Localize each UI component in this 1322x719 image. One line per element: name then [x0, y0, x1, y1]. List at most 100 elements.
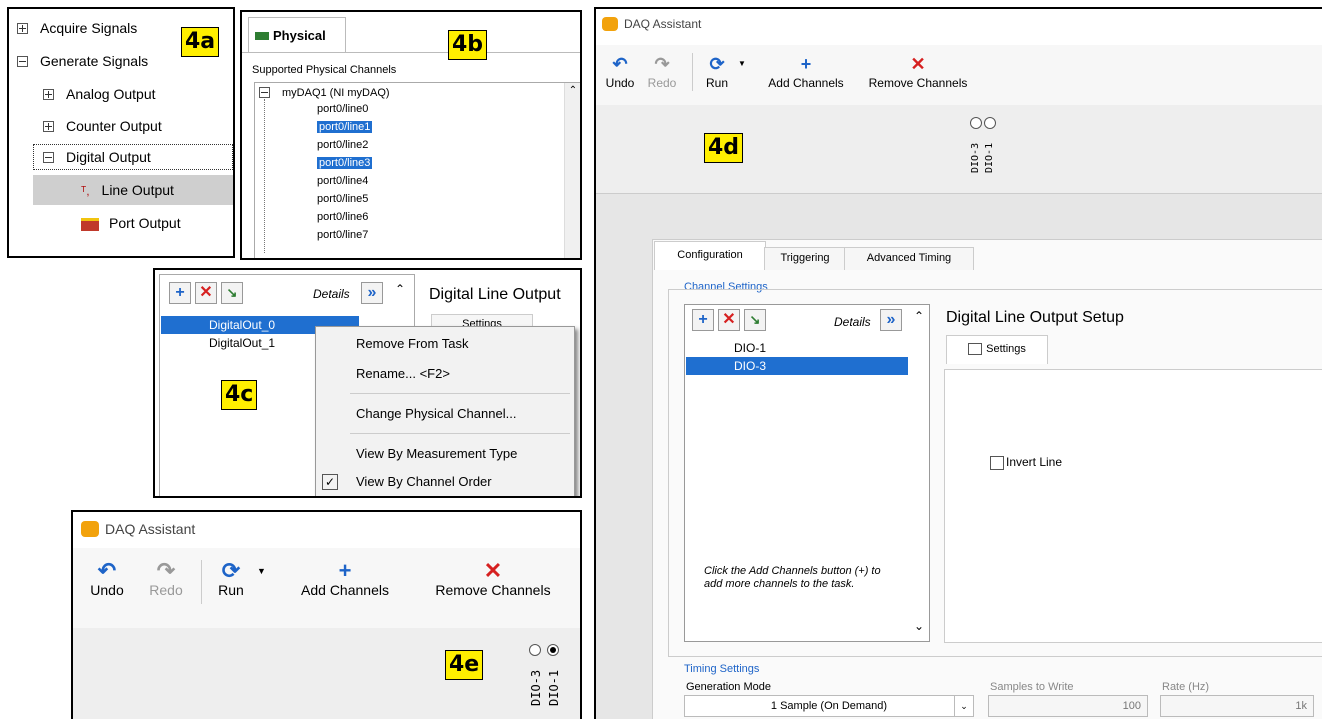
add-channel-button[interactable]: +	[692, 309, 714, 331]
channel-item[interactable]: port0/line2	[317, 137, 368, 153]
tab-label: Physical	[273, 28, 326, 43]
remove-channel-button[interactable]: ✕	[718, 309, 740, 331]
remove-icon: ✕	[483, 558, 503, 583]
menu-item-view-by-measurement-type[interactable]: View By Measurement Type	[316, 441, 574, 467]
run-button[interactable]: ⟳ Run	[700, 53, 734, 91]
panel-tag: 4a	[181, 27, 220, 57]
tab-settings[interactable]: Settings	[946, 335, 1048, 364]
run-icon: ⟳	[221, 558, 241, 583]
undo-button[interactable]: ↶ Undo	[600, 53, 640, 91]
channel-item[interactable]: port0/line0	[317, 101, 368, 117]
menu-item-remove-from-task[interactable]: Remove From Task	[316, 331, 574, 357]
port-output-icon	[81, 217, 99, 231]
tree-item-port-output[interactable]: Port Output	[81, 208, 181, 238]
run-dropdown-icon[interactable]: ▼	[738, 59, 746, 68]
add-channels-button[interactable]: + Add Channels	[285, 560, 405, 599]
rate-field[interactable]: 1k	[1160, 695, 1314, 717]
channel-item[interactable]: port0/line7	[317, 227, 368, 243]
tree-item-label: Line Output	[101, 182, 174, 198]
menu-item-view-by-channel-order[interactable]: ✓ View By Channel Order	[316, 469, 574, 495]
channel-item[interactable]: DigitalOut_1	[209, 336, 275, 350]
channel-item[interactable]: port0/line5	[317, 191, 368, 207]
generation-mode-label: Generation Mode	[686, 681, 771, 693]
channel-item-selected[interactable]: port0/line3	[317, 155, 373, 171]
details-expand-button[interactable]: »	[361, 282, 383, 304]
details-label: Details	[834, 315, 871, 329]
undo-button[interactable]: ↶ Undo	[81, 558, 133, 599]
panel-4d: DAQ Assistant ↶ Undo ↷ Redo ⟳ Run ▼ + Ad…	[594, 7, 1322, 719]
setup-heading: Digital Line Output Setup	[946, 309, 1124, 326]
run-dropdown-icon[interactable]: ▼	[257, 566, 266, 576]
add-channel-button[interactable]: +	[169, 282, 191, 304]
menu-item-change-physical-channel[interactable]: Change Physical Channel...	[316, 401, 574, 427]
samples-to-write-label: Samples to Write	[990, 681, 1074, 693]
scroll-up-icon[interactable]: ⌃	[565, 83, 580, 99]
panel-tag: 4b	[448, 30, 488, 60]
invert-line-checkbox[interactable]: Invert Line	[990, 455, 1062, 470]
channel-item[interactable]: port0/line4	[317, 173, 368, 189]
tree-item-generate-signals[interactable]: Generate Signals	[17, 46, 148, 76]
tree-item-analog-output[interactable]: Analog Output	[43, 79, 156, 109]
tree-item-label: Counter Output	[66, 118, 162, 134]
tree-item-label: Acquire Signals	[40, 20, 138, 36]
collapse-icon[interactable]	[43, 151, 54, 163]
expand-icon[interactable]	[43, 88, 54, 100]
collapse-icon[interactable]	[259, 86, 270, 98]
remove-channel-button[interactable]: ✕	[195, 282, 217, 304]
collapse-icon[interactable]	[17, 55, 28, 67]
channel-item[interactable]: port0/line6	[317, 209, 368, 225]
daq-assistant-icon	[81, 521, 99, 537]
scrollbar[interactable]: ⌃	[564, 83, 580, 258]
tab-advanced-timing[interactable]: Advanced Timing	[844, 247, 974, 270]
channel-item-selected[interactable]: port0/line1	[317, 119, 373, 135]
channel-list[interactable]: myDAQ1 (NI myDAQ) port0/line0 port0/line…	[254, 82, 580, 258]
tab-physical[interactable]: Physical	[248, 17, 346, 53]
window-title: DAQ Assistant	[624, 17, 702, 31]
tab-configuration[interactable]: Configuration	[654, 241, 766, 270]
channel-item-selected[interactable]: DIO-3	[686, 357, 908, 375]
redo-icon: ↷	[156, 558, 176, 583]
channel-list	[684, 304, 930, 642]
remove-icon: ✕	[910, 54, 926, 74]
details-expand-button[interactable]: »	[880, 309, 902, 331]
device-node[interactable]: myDAQ1 (NI myDAQ)	[259, 85, 390, 101]
samples-to-write-field[interactable]: 100	[988, 695, 1148, 717]
undo-icon: ↶	[97, 558, 117, 583]
checkmark-icon: ✓	[322, 474, 338, 490]
remove-channels-button[interactable]: ✕ Remove Channels	[415, 558, 571, 599]
window-title: DAQ Assistant	[105, 521, 196, 537]
tree-item-digital-output[interactable]: Digital Output	[33, 144, 233, 170]
tree-item-counter-output[interactable]: Counter Output	[43, 111, 162, 141]
add-channels-button[interactable]: + Add Channels	[756, 53, 856, 91]
channel-item[interactable]: DIO-1	[734, 341, 766, 355]
expand-icon[interactable]	[17, 22, 28, 34]
tree-item-line-output[interactable]: ᵀ, Line Output	[33, 175, 233, 205]
add-icon: +	[800, 54, 812, 74]
remove-channels-button[interactable]: ✕ Remove Channels	[858, 53, 978, 91]
led-label: DIO-3	[970, 142, 981, 173]
scroll-up-icon[interactable]: ⌃	[395, 282, 405, 296]
led-dio-3	[529, 644, 541, 656]
undo-icon: ↶	[612, 54, 628, 74]
tree-item-label: Analog Output	[66, 86, 156, 102]
tree-item-label: Port Output	[109, 215, 181, 231]
generation-mode-select[interactable]: 1 Sample (On Demand) ⌄	[684, 695, 974, 717]
led-dio-3	[970, 117, 982, 129]
scroll-up-icon[interactable]: ⌃	[914, 309, 924, 323]
redo-button[interactable]: ↷ Redo	[143, 558, 189, 599]
graph-area	[73, 628, 580, 719]
expand-icon[interactable]	[43, 120, 54, 132]
channel-tool-button[interactable]: ↘	[221, 282, 243, 304]
tree-item-acquire-signals[interactable]: Acquire Signals	[17, 13, 137, 43]
tab-triggering[interactable]: Triggering	[764, 247, 846, 270]
title-bar: DAQ Assistant	[596, 9, 1322, 45]
redo-button[interactable]: ↷ Redo	[644, 53, 680, 91]
panel-tag: 4e	[445, 650, 484, 680]
menu-item-rename[interactable]: Rename... <F2>	[316, 361, 574, 387]
channel-tool-button[interactable]: ↘	[744, 309, 766, 331]
scroll-down-icon[interactable]: ⌄	[914, 619, 924, 633]
details-label: Details	[313, 287, 350, 301]
panel-4c: + ✕ ↘ Details » ⌃ DigitalOut_0 DigitalOu…	[153, 268, 582, 498]
run-button[interactable]: ⟳ Run	[209, 558, 253, 599]
led-label: DIO-1	[547, 669, 561, 706]
